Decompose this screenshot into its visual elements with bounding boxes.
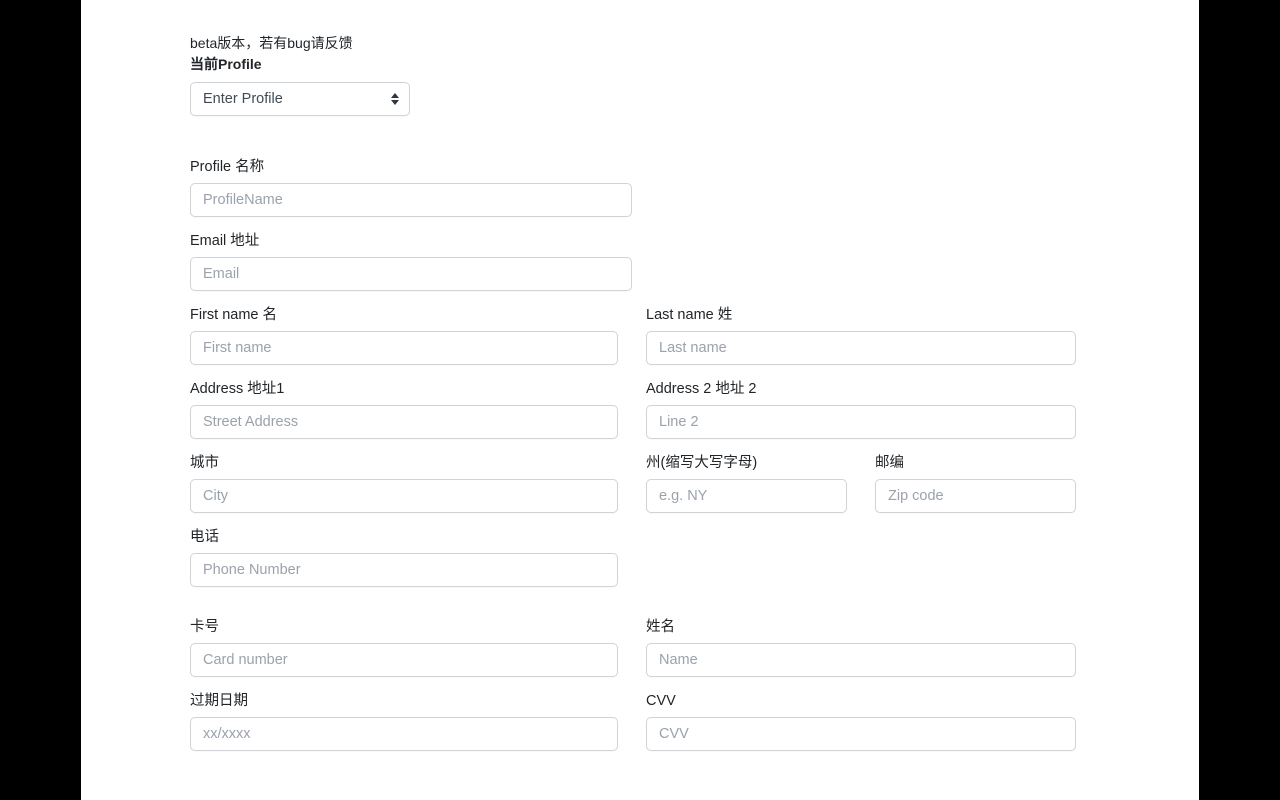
field-address2: Address 2 地址 2: [632, 380, 1090, 454]
city-input[interactable]: [190, 479, 618, 513]
row-address: Address 地址1 Address 2 地址 2: [176, 380, 1104, 454]
field-address1: Address 地址1: [176, 380, 632, 454]
field-email: Email 地址: [176, 232, 646, 306]
card-number-input[interactable]: [190, 643, 618, 677]
row-card: 卡号 姓名: [176, 618, 1104, 692]
row-expiry-cvv: 过期日期 CVV: [176, 692, 1104, 766]
screenshot-viewport: beta版本，若有bug请反馈 当前Profile Enter Profile …: [0, 0, 1280, 800]
expiry-input[interactable]: [190, 717, 618, 751]
field-expiry: 过期日期: [176, 692, 632, 766]
address2-label: Address 2 地址 2: [646, 381, 757, 397]
row-city-state-zip: 城市 州(缩写大写字母) 邮编: [176, 454, 1104, 528]
form-container: beta版本，若有bug请反馈 当前Profile Enter Profile …: [190, 33, 1090, 766]
zip-input[interactable]: [875, 479, 1076, 513]
beta-notice-text: beta版本，若有bug请反馈: [190, 35, 353, 51]
card-name-input[interactable]: [646, 643, 1076, 677]
letterbox-right: [1199, 0, 1280, 800]
address1-label: Address 地址1: [190, 381, 285, 397]
field-first-name: First name 名: [176, 306, 632, 380]
current-profile-heading: 当前Profile: [190, 56, 262, 72]
field-cvv: CVV: [632, 692, 1090, 766]
field-zip: 邮编: [861, 454, 1090, 528]
chevron-updown-icon: [390, 91, 399, 107]
address2-input[interactable]: [646, 405, 1076, 439]
first-name-input[interactable]: [190, 331, 618, 365]
row-name: First name 名 Last name 姓: [176, 306, 1104, 380]
cvv-label: CVV: [646, 693, 676, 709]
zip-label: 邮编: [875, 455, 904, 471]
cvv-input[interactable]: [646, 717, 1076, 751]
profile-name-label: Profile 名称: [190, 159, 265, 175]
field-last-name: Last name 姓: [632, 306, 1090, 380]
extension-popup-page: beta版本，若有bug请反馈 当前Profile Enter Profile …: [81, 0, 1199, 800]
expiry-label: 过期日期: [190, 693, 248, 709]
field-phone: 电话: [176, 528, 632, 602]
row-profile-name: Profile 名称: [176, 158, 1104, 232]
profile-select[interactable]: Enter Profile: [190, 82, 410, 116]
phone-label: 电话: [190, 529, 219, 545]
profile-select-value: Enter Profile: [203, 91, 283, 107]
field-card-name: 姓名: [632, 618, 1090, 692]
last-name-label: Last name 姓: [646, 307, 733, 323]
row-email: Email 地址: [176, 232, 1104, 306]
state-input[interactable]: [646, 479, 847, 513]
state-label: 州(缩写大写字母): [646, 455, 758, 471]
address1-input[interactable]: [190, 405, 618, 439]
first-name-label: First name 名: [190, 307, 278, 323]
email-label: Email 地址: [190, 233, 260, 249]
field-card-number: 卡号: [176, 618, 632, 692]
profile-name-input[interactable]: [190, 183, 632, 217]
card-name-label: 姓名: [646, 619, 675, 635]
letterbox-left: [0, 0, 81, 800]
row-phone: 电话: [176, 528, 1104, 602]
field-city: 城市: [176, 454, 632, 528]
last-name-input[interactable]: [646, 331, 1076, 365]
field-profile-name: Profile 名称: [176, 158, 646, 232]
card-number-label: 卡号: [190, 619, 219, 635]
phone-input[interactable]: [190, 553, 618, 587]
email-input[interactable]: [190, 257, 632, 291]
city-label: 城市: [190, 455, 219, 471]
field-state: 州(缩写大写字母): [632, 454, 861, 528]
